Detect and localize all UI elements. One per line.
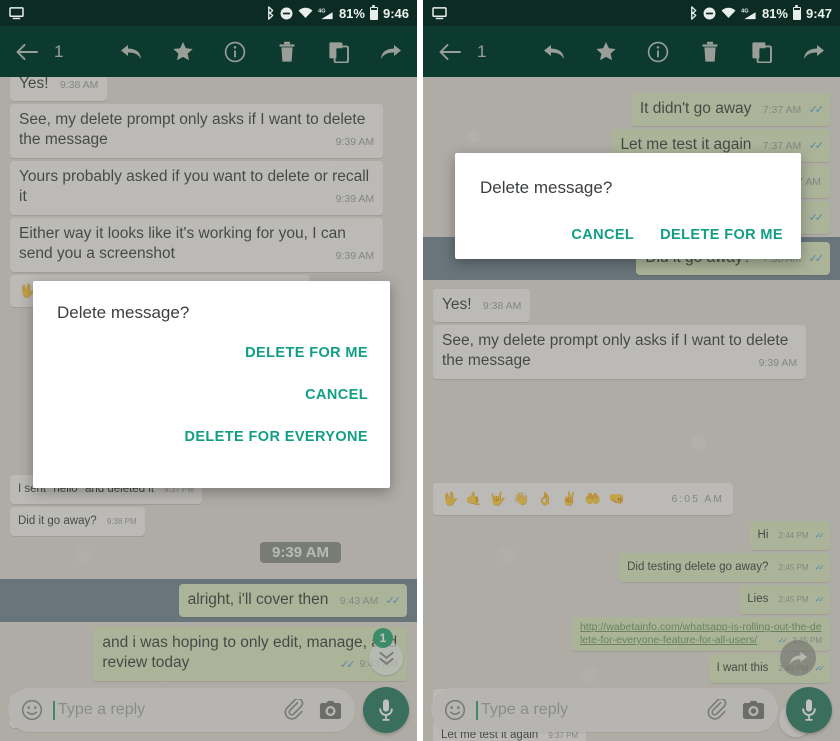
svg-text:4G: 4G	[741, 8, 748, 14]
monitor-icon	[432, 6, 447, 20]
dialog-actions: CANCEL DELETE FOR ME	[571, 227, 783, 243]
forward-icon[interactable]	[788, 26, 840, 77]
status-clock: 9:47	[805, 5, 832, 21]
right-delete-message-dialog: Delete message? CANCEL DELETE FOR ME	[455, 153, 801, 259]
forward-icon[interactable]	[365, 26, 417, 77]
do-not-disturb-icon	[703, 7, 716, 20]
left-selection-toolbar: 1	[0, 26, 417, 77]
bluetooth-icon	[266, 6, 275, 20]
star-icon[interactable]	[157, 26, 209, 77]
cancel-button[interactable]: CANCEL	[305, 387, 368, 403]
status-clock: 9:46	[382, 5, 409, 21]
left-phone-screen: 4G 81% 9:46 1 Yes! 9:38 AM See, my delet…	[0, 0, 417, 741]
right-phone-screen: 4G 81% 9:47 1 It didn't go away 7:37 AM …	[423, 0, 840, 741]
star-icon[interactable]	[580, 26, 632, 77]
cell-signal-icon: 4G	[741, 7, 757, 20]
dialog-title: Delete message?	[57, 303, 190, 322]
right-status-bar: 4G 81% 9:47	[423, 0, 840, 26]
dual-screenshot-container: 4G 81% 9:46 1 Yes! 9:38 AM See, my delet…	[0, 0, 840, 741]
trash-icon[interactable]	[684, 26, 736, 77]
selected-count-label: 1	[54, 41, 64, 61]
monitor-icon	[9, 6, 24, 20]
dialog-title: Delete message?	[480, 178, 613, 197]
bluetooth-icon	[689, 6, 698, 20]
delete-for-everyone-button[interactable]: DELETE FOR EVERYONE	[184, 429, 368, 445]
battery-icon	[369, 4, 378, 20]
back-arrow-icon[interactable]	[423, 26, 477, 77]
battery-percent-label: 81%	[761, 5, 788, 21]
left-delete-message-dialog: Delete message? DELETE FOR ME CANCEL DEL…	[33, 281, 390, 488]
battery-percent-label: 81%	[338, 5, 365, 21]
copy-icon[interactable]	[313, 26, 365, 77]
reply-icon[interactable]	[105, 26, 157, 77]
delete-for-me-button[interactable]: DELETE FOR ME	[660, 227, 783, 243]
trash-icon[interactable]	[261, 26, 313, 77]
back-arrow-icon[interactable]	[0, 26, 54, 77]
left-status-bar: 4G 81% 9:46	[0, 0, 417, 26]
selected-count-label: 1	[477, 41, 487, 61]
dialog-actions: DELETE FOR ME CANCEL DELETE FOR EVERYONE	[184, 345, 368, 445]
info-icon[interactable]	[632, 26, 684, 77]
cell-signal-icon: 4G	[318, 7, 334, 20]
right-chat-area[interactable]: It didn't go away 7:37 AM ✓✓ Let me test…	[423, 77, 840, 741]
do-not-disturb-icon	[280, 7, 293, 20]
reply-icon[interactable]	[528, 26, 580, 77]
svg-text:4G: 4G	[318, 8, 325, 14]
delete-for-me-button[interactable]: DELETE FOR ME	[245, 345, 368, 361]
right-selection-toolbar: 1	[423, 26, 840, 77]
battery-icon	[792, 4, 801, 20]
wifi-icon	[721, 7, 736, 19]
cancel-button[interactable]: CANCEL	[571, 227, 634, 243]
copy-icon[interactable]	[736, 26, 788, 77]
info-icon[interactable]	[209, 26, 261, 77]
wifi-icon	[298, 7, 313, 19]
